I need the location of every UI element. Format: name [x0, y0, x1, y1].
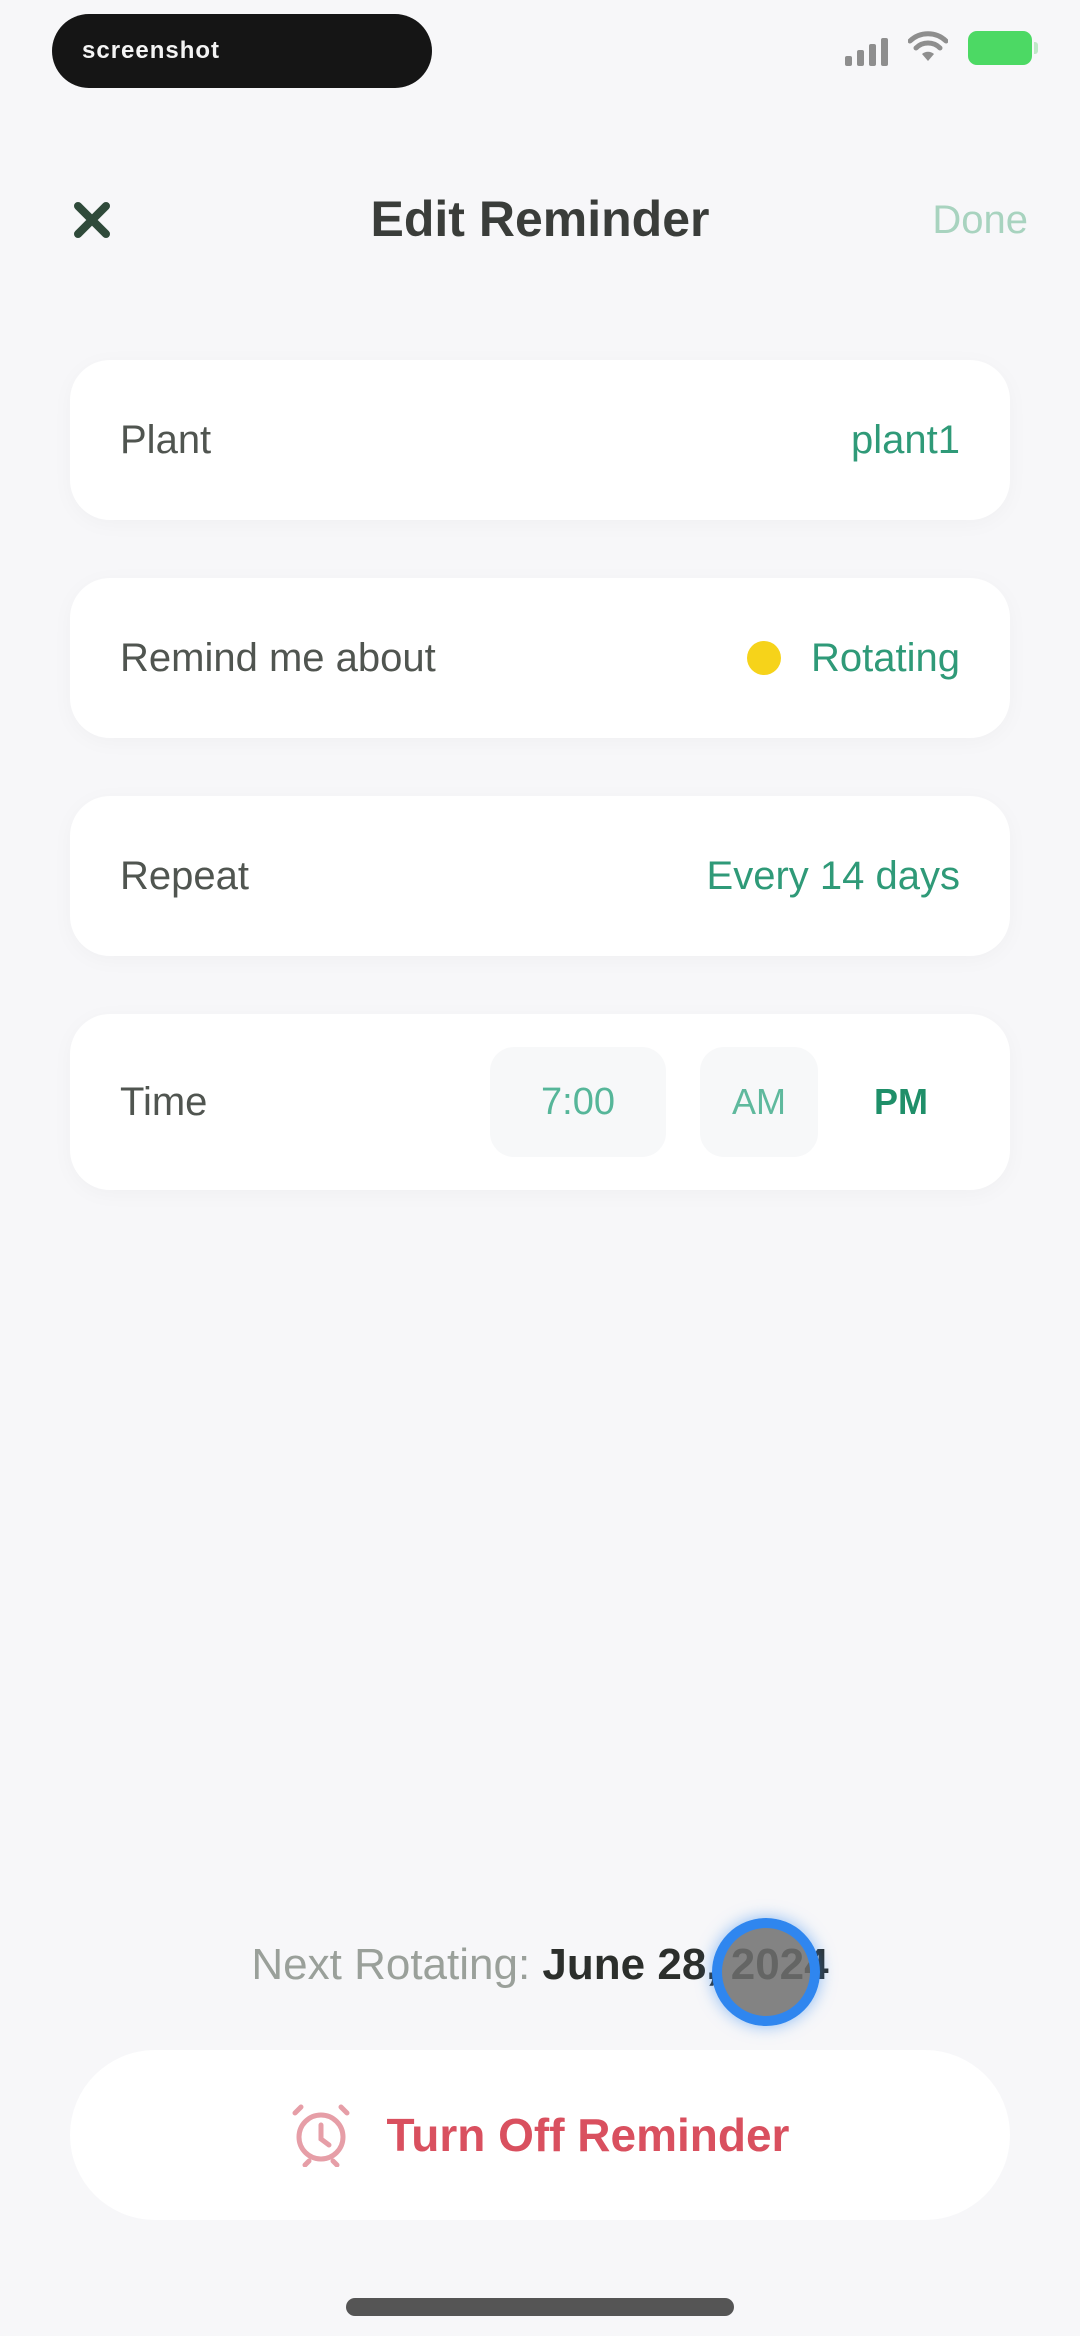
signal-icon [845, 30, 888, 66]
status-bar: screenshot [0, 0, 1080, 110]
touch-indicator [712, 1918, 820, 2026]
remind-about-label: Remind me about [120, 635, 436, 680]
turn-off-reminder-button[interactable]: Turn Off Reminder [70, 2050, 1010, 2220]
remind-about-value: Rotating [811, 635, 960, 680]
time-row: Time 7:00 AM PM [70, 1014, 1010, 1190]
page-title: Edit Reminder [370, 191, 710, 247]
plant-value: plant1 [851, 417, 960, 462]
time-label: Time [120, 1079, 208, 1124]
home-indicator[interactable] [346, 2298, 734, 2316]
turn-off-reminder-label: Turn Off Reminder [386, 2109, 790, 2161]
next-event-text: Next Rotating: June 28, 2024 [0, 1940, 1080, 1990]
remind-about-row[interactable]: Remind me about Rotating [70, 578, 1010, 738]
alarm-off-icon [292, 2104, 350, 2167]
done-button[interactable]: Done [932, 198, 1028, 243]
plant-row[interactable]: Plant plant1 [70, 360, 1010, 520]
am-option[interactable]: AM [700, 1047, 818, 1157]
time-controls: 7:00 AM PM [490, 1047, 960, 1157]
screen-recording-pill: screenshot [52, 14, 432, 88]
plant-label: Plant [120, 417, 212, 462]
rotate-dot-icon [747, 641, 782, 675]
time-picker-button[interactable]: 7:00 [490, 1047, 666, 1157]
next-event-label: Next Rotating: [251, 1940, 531, 1989]
wifi-icon [908, 31, 948, 61]
repeat-label: Repeat [120, 853, 249, 898]
nav-header: Edit Reminder Done [0, 150, 1080, 290]
repeat-row[interactable]: Repeat Every 14 days [70, 796, 1010, 956]
repeat-value: Every 14 days [706, 853, 960, 898]
battery-icon [968, 31, 1038, 65]
pm-option[interactable]: PM [842, 1047, 960, 1157]
am-pm-toggle: AM PM [700, 1047, 960, 1157]
remind-about-value-group: Rotating [747, 636, 960, 681]
recording-label: screenshot [82, 37, 221, 64]
status-icons [845, 30, 1038, 66]
edit-reminder-screen: screenshot Edit Reminder Done Plant plan… [0, 0, 1080, 2336]
